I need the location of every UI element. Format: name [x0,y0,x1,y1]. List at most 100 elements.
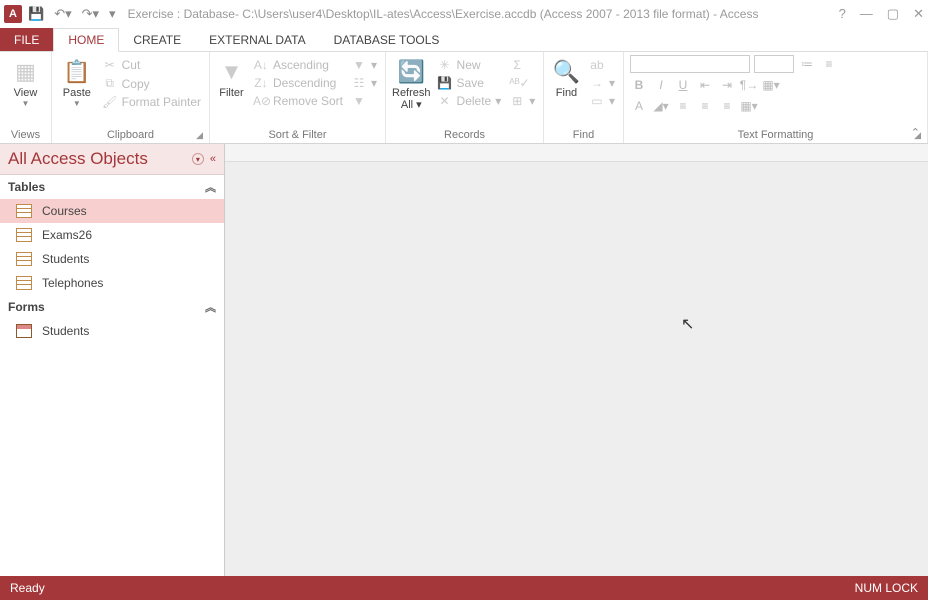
main-area: All Access Objects ▾ « Tables ︽ Courses … [0,144,928,576]
fill-color-icon[interactable]: ◢▾ [652,97,670,115]
gridlines-icon[interactable]: ▦▾ [762,76,780,94]
totals-button[interactable]: Σ [507,57,537,73]
goto-button[interactable]: →▾ [587,75,617,91]
restore-icon[interactable]: ▢ [887,6,899,22]
navpane-dropdown-icon[interactable]: ▾ [192,153,204,165]
ltr-icon[interactable]: ¶→ [740,76,758,94]
paste-label: Paste [63,87,91,99]
chevron-up-icon: ︽ [205,179,216,195]
toggle-filter-button[interactable]: ▼ [349,93,379,109]
group-label-views: Views [6,127,45,143]
sort-desc-icon: Z↓ [253,76,269,90]
numbering-icon[interactable]: ≡ [820,55,838,73]
font-color-button[interactable]: A [630,97,648,115]
title-bar: A 💾 ↶▾ ↷▾ ▾ Exercise : Database- C:\User… [0,0,928,28]
new-icon: ✳ [437,58,453,72]
more-button[interactable]: ⊞▾ [507,93,537,109]
underline-button[interactable]: U [674,76,692,94]
binoculars-icon: 🔍 [553,57,580,87]
tab-home[interactable]: HOME [53,28,119,52]
chevron-down-icon: ▼ [22,99,30,108]
selection-button[interactable]: ▼▾ [349,57,379,73]
app-icon: A [4,5,22,23]
chevron-up-icon: ︽ [205,299,216,315]
remove-sort-button[interactable]: A⊘Remove Sort [251,93,345,109]
nav-section-forms[interactable]: Forms ︽ [0,295,224,319]
font-name-combo[interactable] [630,55,750,73]
goto-icon: → [589,76,605,90]
replace-button[interactable]: ab [587,57,617,73]
nav-item-label: Exams26 [42,228,92,242]
redo-icon[interactable]: ↷▾ [82,6,99,22]
navpane-collapse-icon[interactable]: « [210,153,216,165]
filter-label: Filter [219,87,243,99]
view-button[interactable]: ▦ View ▼ [6,55,45,108]
nav-form-students[interactable]: Students [0,319,224,343]
filter-button[interactable]: ▼ Filter [216,55,247,99]
copy-icon: ⧉ [102,76,118,91]
dialog-launcher-icon[interactable]: ◢ [196,130,203,141]
delete-record-button[interactable]: ✕Delete ▾ [435,93,504,109]
inc-indent-icon[interactable]: ⇥ [718,76,736,94]
ascending-button[interactable]: A↓Ascending [251,57,345,73]
collapse-ribbon-icon[interactable]: ⌃ [911,126,920,139]
nav-item-label: Students [42,252,89,266]
dec-indent-icon[interactable]: ⇤ [696,76,714,94]
save-icon[interactable]: 💾 [28,6,44,22]
advanced-button[interactable]: ☷▾ [349,75,379,91]
spelling-button[interactable]: ᴬᴮ✓ [507,75,537,91]
align-right-icon[interactable]: ≡ [718,97,736,115]
new-record-button[interactable]: ✳New [435,57,504,73]
find-button[interactable]: 🔍 Find [550,55,583,99]
alt-row-color-icon[interactable]: ▦▾ [740,97,758,115]
qat-customize-icon[interactable]: ▾ [109,6,116,22]
caret: ▾ [495,94,501,108]
remove-sort-label: Remove Sort [273,94,343,108]
align-center-icon[interactable]: ≡ [696,97,714,115]
align-left-icon[interactable]: ≡ [674,97,692,115]
bold-button[interactable]: B [630,76,648,94]
nav-table-students[interactable]: Students [0,247,224,271]
group-sort-filter: ▼ Filter A↓Ascending Z↓Descending A⊘Remo… [210,52,386,143]
paste-button[interactable]: 📋 Paste ▼ [58,55,96,108]
descending-button[interactable]: Z↓Descending [251,75,345,91]
copy-button[interactable]: ⧉Copy [100,75,203,92]
group-label-textfmt: Text Formatting◢ [630,127,921,143]
nav-item-label: Courses [42,204,87,218]
group-find: 🔍 Find ab →▾ ▭▾ Find [544,52,624,143]
font-size-combo[interactable] [754,55,794,73]
navpane-title: All Access Objects [8,149,148,169]
form-icon [16,324,32,338]
group-records: 🔄 Refresh All ▾ ✳New 💾Save ✕Delete ▾ Σ ᴬ… [386,52,544,143]
table-icon [16,276,32,290]
refresh-all-button[interactable]: 🔄 Refresh All ▾ [392,55,431,111]
navpane-header[interactable]: All Access Objects ▾ « [0,144,224,175]
window-buttons: ? — ▢ ✕ [839,6,924,22]
nav-table-exams26[interactable]: Exams26 [0,223,224,247]
undo-icon[interactable]: ↶▾ [54,6,71,22]
tab-external-data[interactable]: EXTERNAL DATA [195,28,319,51]
nav-section-tables[interactable]: Tables ︽ [0,175,224,199]
advanced-icon: ☷ [351,76,367,90]
help-icon[interactable]: ? [839,6,846,22]
tab-create[interactable]: CREATE [119,28,195,51]
save-record-button[interactable]: 💾Save [435,75,504,91]
status-left: Ready [10,581,45,595]
tab-file[interactable]: FILE [0,28,53,51]
nav-table-courses[interactable]: Courses [0,199,224,223]
refresh-icon: 🔄 [398,57,425,87]
nav-table-telephones[interactable]: Telephones [0,271,224,295]
group-views: ▦ View ▼ Views [0,52,52,143]
sort-asc-icon: A↓ [253,58,269,72]
cut-button[interactable]: ✂Cut [100,57,203,73]
tab-database-tools[interactable]: DATABASE TOOLS [320,28,454,51]
bullets-icon[interactable]: ≔ [798,55,816,73]
minimize-icon[interactable]: — [860,6,873,22]
italic-button[interactable]: I [652,76,670,94]
close-icon[interactable]: ✕ [913,6,924,22]
select-button[interactable]: ▭▾ [587,93,617,109]
quick-access-toolbar: 💾 ↶▾ ↷▾ ▾ [28,6,116,22]
format-painter-button[interactable]: 🖌Format Painter [100,94,203,110]
ribbon: ▦ View ▼ Views 📋 Paste ▼ ✂Cut ⧉Copy 🖌For… [0,52,928,144]
ribbon-tabs: FILE HOME CREATE EXTERNAL DATA DATABASE … [0,28,928,52]
